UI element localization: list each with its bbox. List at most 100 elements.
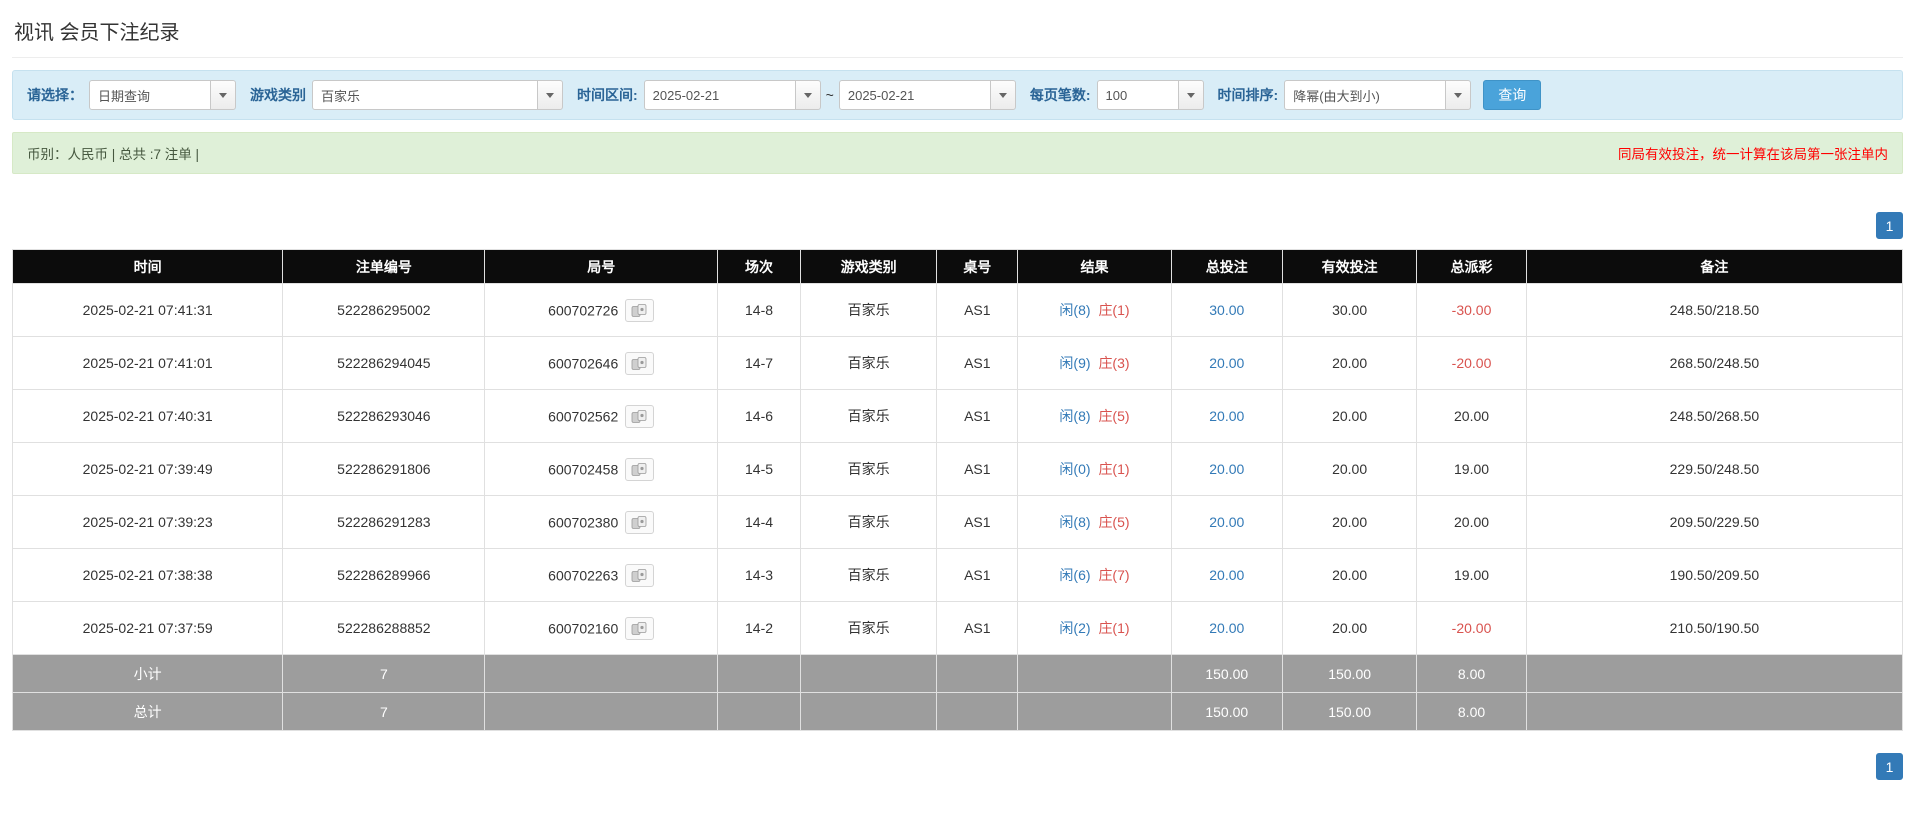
table-number-cell: AS1: [936, 389, 1019, 443]
round-cell: 600702380: [484, 495, 718, 549]
valid-bet-notice: 同局有效投注，统一计算在该局第一张注单内: [1618, 147, 1888, 162]
date-to-input[interactable]: [838, 80, 991, 110]
game-road-icon-button[interactable]: [625, 457, 655, 481]
total-bet-link[interactable]: 20.00: [1209, 620, 1244, 636]
total-bet-cell: 20.00: [1170, 548, 1284, 602]
page-1-button[interactable]: 1: [1876, 212, 1903, 239]
game-road-icon-button[interactable]: [625, 510, 655, 534]
result-banker: 庄(5): [1098, 514, 1130, 530]
table-body: 2025-02-21 07:41:31 522286295002 6007027…: [11, 283, 1904, 655]
query-type-input[interactable]: [89, 80, 211, 110]
payout-cell: 20.00: [1416, 389, 1527, 443]
total-bet-link[interactable]: 30.00: [1209, 302, 1244, 318]
result-player: 闲(2): [1059, 620, 1091, 636]
game-type-cell: 百家乐: [800, 389, 938, 443]
valid-bet-cell: 20.00: [1282, 336, 1418, 390]
session-cell: 14-4: [716, 495, 802, 549]
round-id: 600702726: [548, 302, 619, 318]
bet-id-cell: 522286289966: [282, 548, 486, 602]
search-button[interactable]: 查询: [1483, 80, 1542, 110]
pagination-top: 1: [12, 212, 1903, 239]
total-bet-cell: 20.00: [1170, 495, 1284, 549]
subtotal-valid-bet: 150.00: [1282, 654, 1418, 693]
bet-id-cell: 522286293046: [282, 389, 486, 443]
total-label: 总计: [11, 692, 284, 731]
chevron-down-icon: [998, 92, 1007, 98]
total-row: 总计 7 150.00 150.00 8.00: [11, 692, 1904, 731]
session-cell: 14-7: [716, 336, 802, 390]
result-cell: 闲(8) 庄(5): [1017, 495, 1172, 549]
total-bet-link[interactable]: 20.00: [1209, 514, 1244, 530]
table-number-cell: AS1: [936, 601, 1019, 655]
total-bet-link[interactable]: 20.00: [1209, 461, 1244, 477]
column-header: 游戏类别: [800, 249, 938, 284]
game-type-input[interactable]: [312, 80, 538, 110]
date-from-dropdown-button[interactable]: [794, 80, 821, 110]
subtotal-label: 小计: [11, 654, 284, 693]
round-id: 600702562: [548, 408, 619, 424]
query-type-combobox: [89, 80, 236, 110]
sort-order-dropdown-button[interactable]: [1445, 80, 1472, 110]
game-road-icon: [631, 515, 647, 529]
game-road-icon: [631, 303, 647, 317]
total-total-bet: 150.00: [1170, 692, 1284, 731]
table-row: 2025-02-21 07:41:01 522286294045 6007026…: [11, 336, 1904, 390]
result-player: 闲(8): [1059, 514, 1091, 530]
bet-id-cell: 522286295002: [282, 283, 486, 337]
game-road-icon-button[interactable]: [625, 616, 655, 640]
time-cell: 2025-02-21 07:41:01: [11, 336, 284, 390]
result-cell: 闲(9) 庄(3): [1017, 336, 1172, 390]
page-1-button[interactable]: 1: [1876, 753, 1903, 780]
column-header: 总派彩: [1416, 249, 1527, 284]
chevron-down-icon: [803, 92, 812, 98]
total-bet-cell: 30.00: [1170, 283, 1284, 337]
result-cell: 闲(0) 庄(1): [1017, 442, 1172, 496]
payout-cell: -20.00: [1416, 336, 1527, 390]
total-bet-link[interactable]: 20.00: [1209, 355, 1244, 371]
game-type-cell: 百家乐: [800, 548, 938, 602]
valid-bet-cell: 20.00: [1282, 442, 1418, 496]
page: 视讯 会员下注纪录 请选择： 游戏类别 时间区间: ~ 每页笔数: 时间排序:: [0, 0, 1915, 780]
sort-order-label: 时间排序:: [1217, 87, 1279, 103]
game-type-dropdown-button[interactable]: [537, 80, 563, 110]
page-size-label: 每页笔数:: [1029, 87, 1091, 103]
total-bet-cell: 20.00: [1170, 442, 1284, 496]
result-banker: 庄(1): [1098, 620, 1130, 636]
result-cell: 闲(6) 庄(7): [1017, 548, 1172, 602]
game-type-cell: 百家乐: [800, 442, 938, 496]
game-road-icon: [631, 409, 647, 423]
round-cell: 600702562: [484, 389, 718, 443]
result-banker: 庄(1): [1098, 461, 1130, 477]
summary-bar: 币别：人民币 | 总共 :7 注单 | 同局有效投注，统一计算在该局第一张注单内: [12, 132, 1903, 174]
select-label: 请选择：: [27, 87, 83, 103]
column-header: 有效投注: [1282, 249, 1418, 284]
game-road-icon-button[interactable]: [625, 404, 655, 428]
sort-order-input[interactable]: [1284, 80, 1447, 110]
game-road-icon-button[interactable]: [625, 351, 655, 375]
payout-cell: 19.00: [1416, 548, 1527, 602]
page-size-input[interactable]: [1096, 80, 1179, 110]
result-player: 闲(0): [1059, 461, 1091, 477]
chevron-down-icon: [219, 92, 227, 98]
result-banker: 庄(5): [1098, 408, 1130, 424]
result-player: 闲(8): [1059, 302, 1091, 318]
game-road-icon-button[interactable]: [625, 563, 655, 587]
page-size-dropdown-button[interactable]: [1177, 80, 1204, 110]
date-range-label: 时间区间:: [577, 87, 638, 103]
total-bet-link[interactable]: 20.00: [1209, 408, 1244, 424]
date-to-dropdown-button[interactable]: [989, 80, 1016, 110]
date-from-input[interactable]: [643, 80, 796, 110]
game-type-cell: 百家乐: [800, 601, 938, 655]
total-bet-link[interactable]: 20.00: [1209, 567, 1244, 583]
time-cell: 2025-02-21 07:39:49: [11, 442, 284, 496]
round-id: 600702160: [548, 620, 619, 636]
game-road-icon-button[interactable]: [625, 298, 655, 322]
column-header: 注单编号: [282, 249, 486, 284]
game-type-cell: 百家乐: [800, 336, 938, 390]
time-cell: 2025-02-21 07:41:31: [11, 283, 284, 337]
subtotal-row: 小计 7 150.00 150.00 8.00: [11, 654, 1904, 693]
valid-bet-cell: 20.00: [1282, 601, 1418, 655]
query-type-dropdown-button[interactable]: [210, 80, 236, 110]
page-title: 视讯 会员下注纪录: [12, 0, 1903, 58]
valid-bet-cell: 20.00: [1282, 548, 1418, 602]
